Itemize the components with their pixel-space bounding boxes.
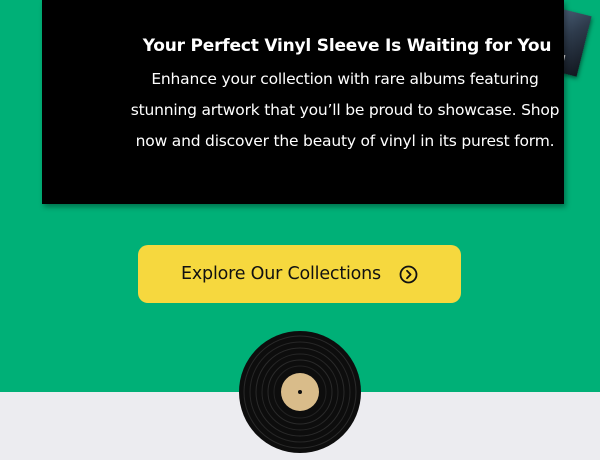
vinyl-record-icon	[238, 330, 362, 454]
promo-card: Your Perfect Vinyl Sleeve Is Waiting for…	[42, 0, 564, 204]
chevron-right-circle-icon	[399, 265, 418, 284]
explore-collections-label: Explore Our Collections	[181, 264, 381, 284]
promo-body: Enhance your collection with rare albums…	[122, 64, 568, 157]
promo-body-line: now and discover the beauty of vinyl in …	[135, 132, 555, 150]
explore-collections-button[interactable]: Explore Our Collections	[138, 245, 461, 303]
promo-headline: Your Perfect Vinyl Sleeve Is Waiting for…	[142, 36, 552, 56]
promo-body-line: stunning artwork that you’ll be proud to…	[130, 101, 560, 119]
promo-body-line: Enhance your collection with rare albums…	[151, 70, 539, 88]
